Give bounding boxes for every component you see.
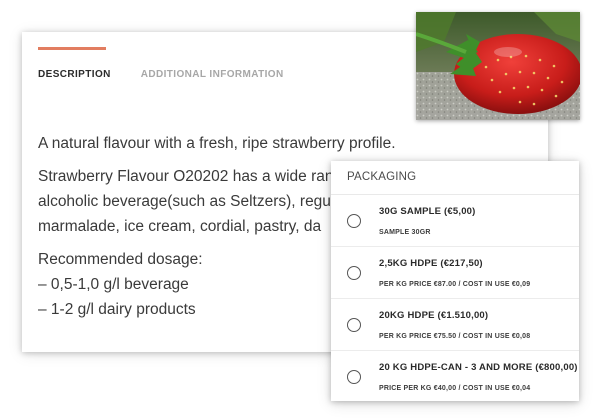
radio-unchecked-icon[interactable] (347, 318, 361, 332)
packaging-option-20kg-hdpe[interactable]: 20KG HDPE (€1.510,00) PER KG PRICE €75.5… (331, 299, 579, 351)
active-tab-indicator (38, 47, 106, 50)
strawberry-photo (416, 12, 580, 120)
product-photo (416, 12, 580, 120)
option-detail: PRICE PER KG €40,00 / COST IN USE €0,04 (379, 385, 531, 392)
packaging-card: PACKAGING 30G SAMPLE (€5,00) SAMPLE 30GR… (331, 161, 579, 401)
radio-unchecked-icon[interactable] (347, 266, 361, 280)
option-detail: SAMPLE 30GR (379, 229, 431, 236)
option-detail: PER KG PRICE €75.50 / COST IN USE €0,08 (379, 333, 531, 340)
product-page: DESCRIPTION ADDITIONAL INFORMATION A nat… (0, 0, 600, 419)
packaging-title: PACKAGING (331, 161, 579, 195)
option-name: 20 KG HDPE-CAN - 3 AND MORE (€800,00) (379, 362, 578, 373)
option-name: 20KG HDPE (€1.510,00) (379, 310, 489, 321)
packaging-option-30g-sample[interactable]: 30G SAMPLE (€5,00) SAMPLE 30GR (331, 195, 579, 247)
packaging-option-2-5kg-hdpe[interactable]: 2,5KG HDPE (€217,50) PER KG PRICE €87.00… (331, 247, 579, 299)
option-detail: PER KG PRICE €87.00 / COST IN USE €0,09 (379, 281, 531, 288)
tab-additional-information[interactable]: ADDITIONAL INFORMATION (141, 69, 284, 80)
tab-description[interactable]: DESCRIPTION (38, 69, 111, 80)
radio-unchecked-icon[interactable] (347, 214, 361, 228)
radio-unchecked-icon[interactable] (347, 370, 361, 384)
option-name: 2,5KG HDPE (€217,50) (379, 258, 483, 269)
description-intro: A natural flavour with a fresh, ripe str… (38, 135, 396, 152)
packaging-option-20kg-hdpe-can[interactable]: 20 KG HDPE-CAN - 3 AND MORE (€800,00) PR… (331, 351, 579, 403)
option-name: 30G SAMPLE (€5,00) (379, 206, 476, 217)
tab-bar: DESCRIPTION ADDITIONAL INFORMATION (38, 69, 284, 80)
